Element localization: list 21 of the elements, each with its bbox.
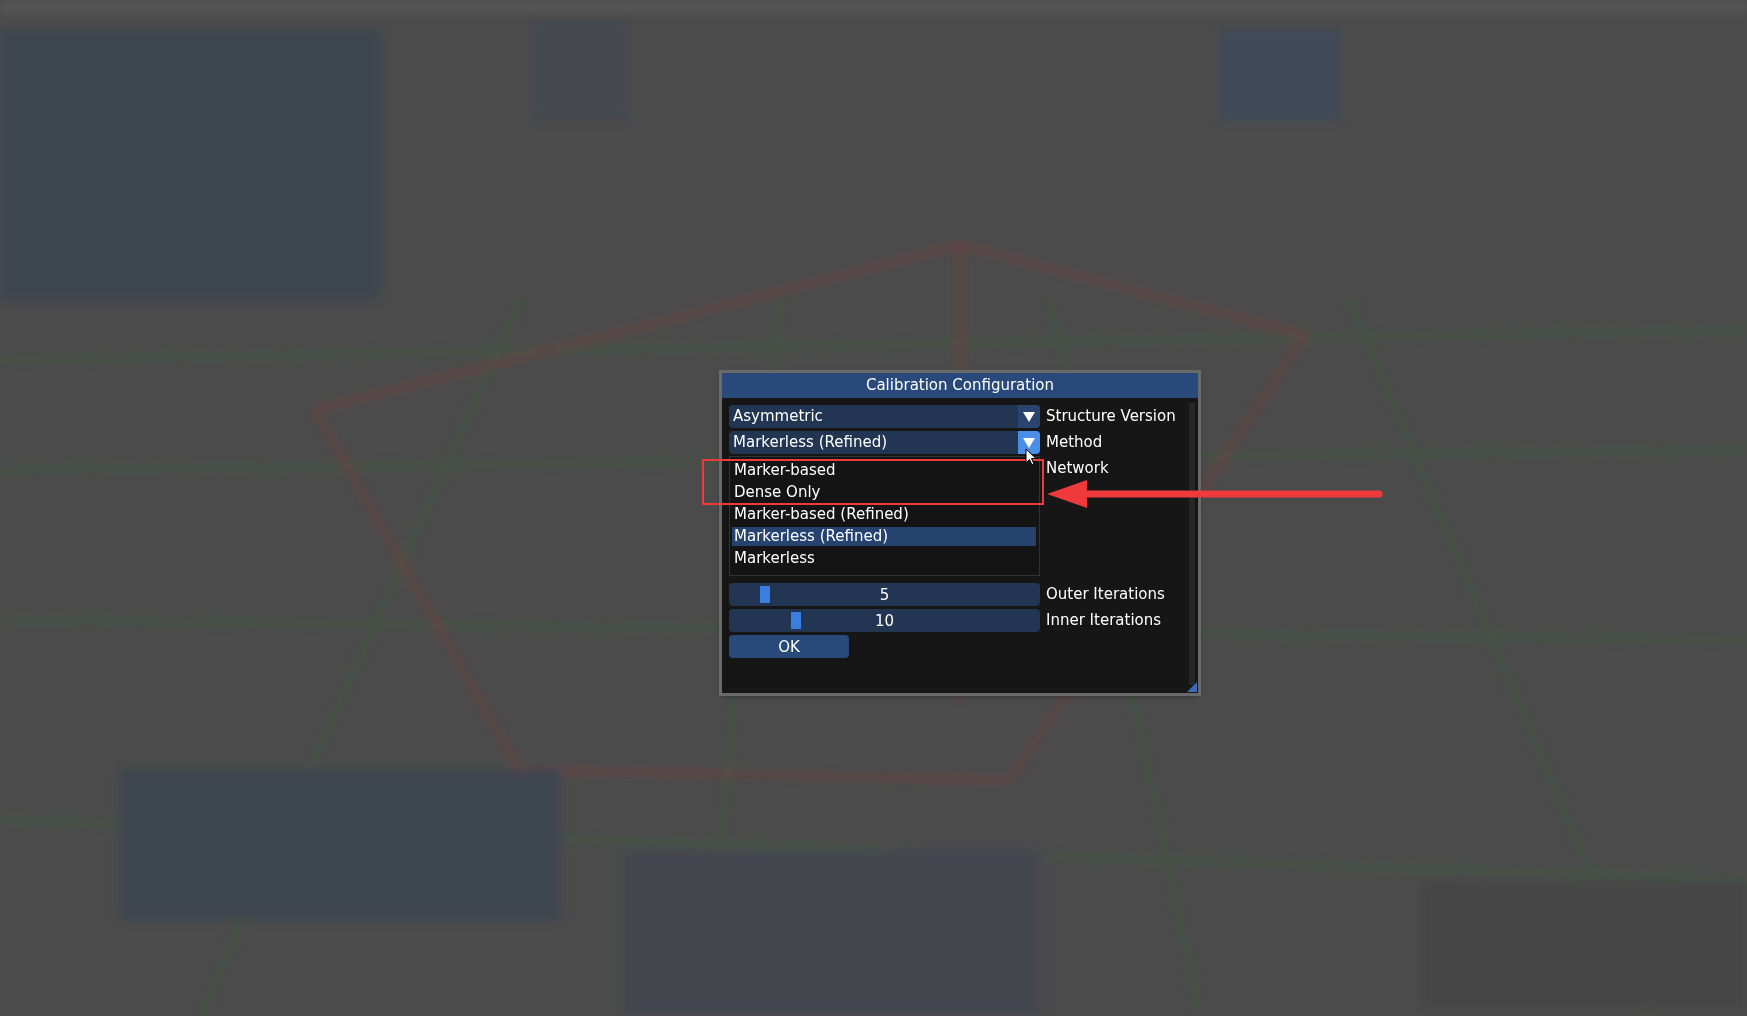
ok-button[interactable]: OK — [729, 635, 849, 658]
dropdown-option[interactable]: Markerless — [732, 549, 1036, 568]
slider[interactable]: 5 — [729, 583, 1040, 606]
dropdown[interactable]: Asymmetric — [729, 405, 1040, 428]
field-label: Structure Version — [1046, 408, 1176, 425]
dialog-title: Calibration Configuration — [722, 373, 1198, 398]
dropdown[interactable]: Markerless (Refined) — [729, 431, 1040, 454]
field-label: Method — [1046, 434, 1103, 451]
dropdown-option[interactable]: Dense Only — [732, 483, 1036, 502]
dropdown-option[interactable]: Marker-based (Refined) — [732, 505, 1036, 524]
field-label: Network — [1046, 460, 1109, 477]
field-label: Outer Iterations — [1046, 586, 1165, 603]
mouse-cursor-icon — [1025, 448, 1037, 466]
resize-grip-icon[interactable] — [1187, 682, 1197, 692]
field-label: Inner Iterations — [1046, 612, 1162, 629]
slider-value: 5 — [879, 585, 890, 604]
slider-handle[interactable] — [760, 586, 771, 603]
slider-handle[interactable] — [791, 612, 802, 629]
slider[interactable]: 10 — [729, 609, 1040, 632]
dropdown-option[interactable]: Markerless (Refined) — [732, 527, 1036, 546]
slider-value: 10 — [874, 611, 895, 630]
